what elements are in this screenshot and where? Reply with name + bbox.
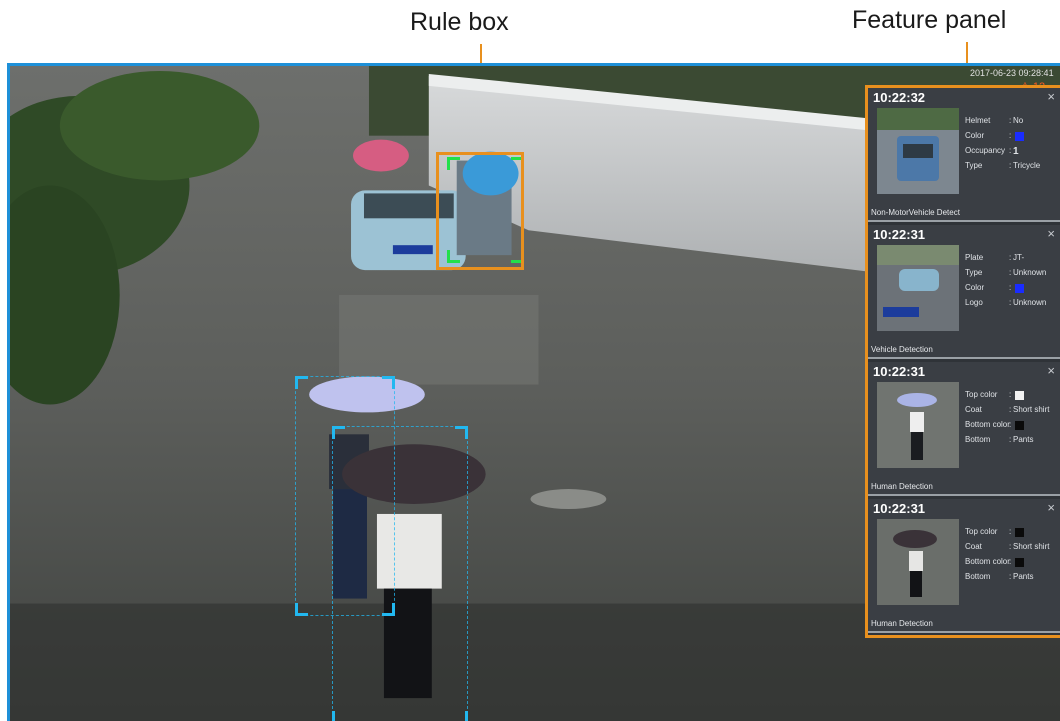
human-detection-box[interactable] (332, 426, 468, 721)
osd-timestamp: 2017-06-23 09:28:41 (970, 68, 1054, 78)
feature-panel-highlight (865, 85, 1060, 638)
rule-box-highlight (436, 152, 524, 270)
feature-panel-callout-label: Feature panel (852, 6, 1007, 34)
rule-box-callout-label: Rule box (410, 8, 509, 36)
